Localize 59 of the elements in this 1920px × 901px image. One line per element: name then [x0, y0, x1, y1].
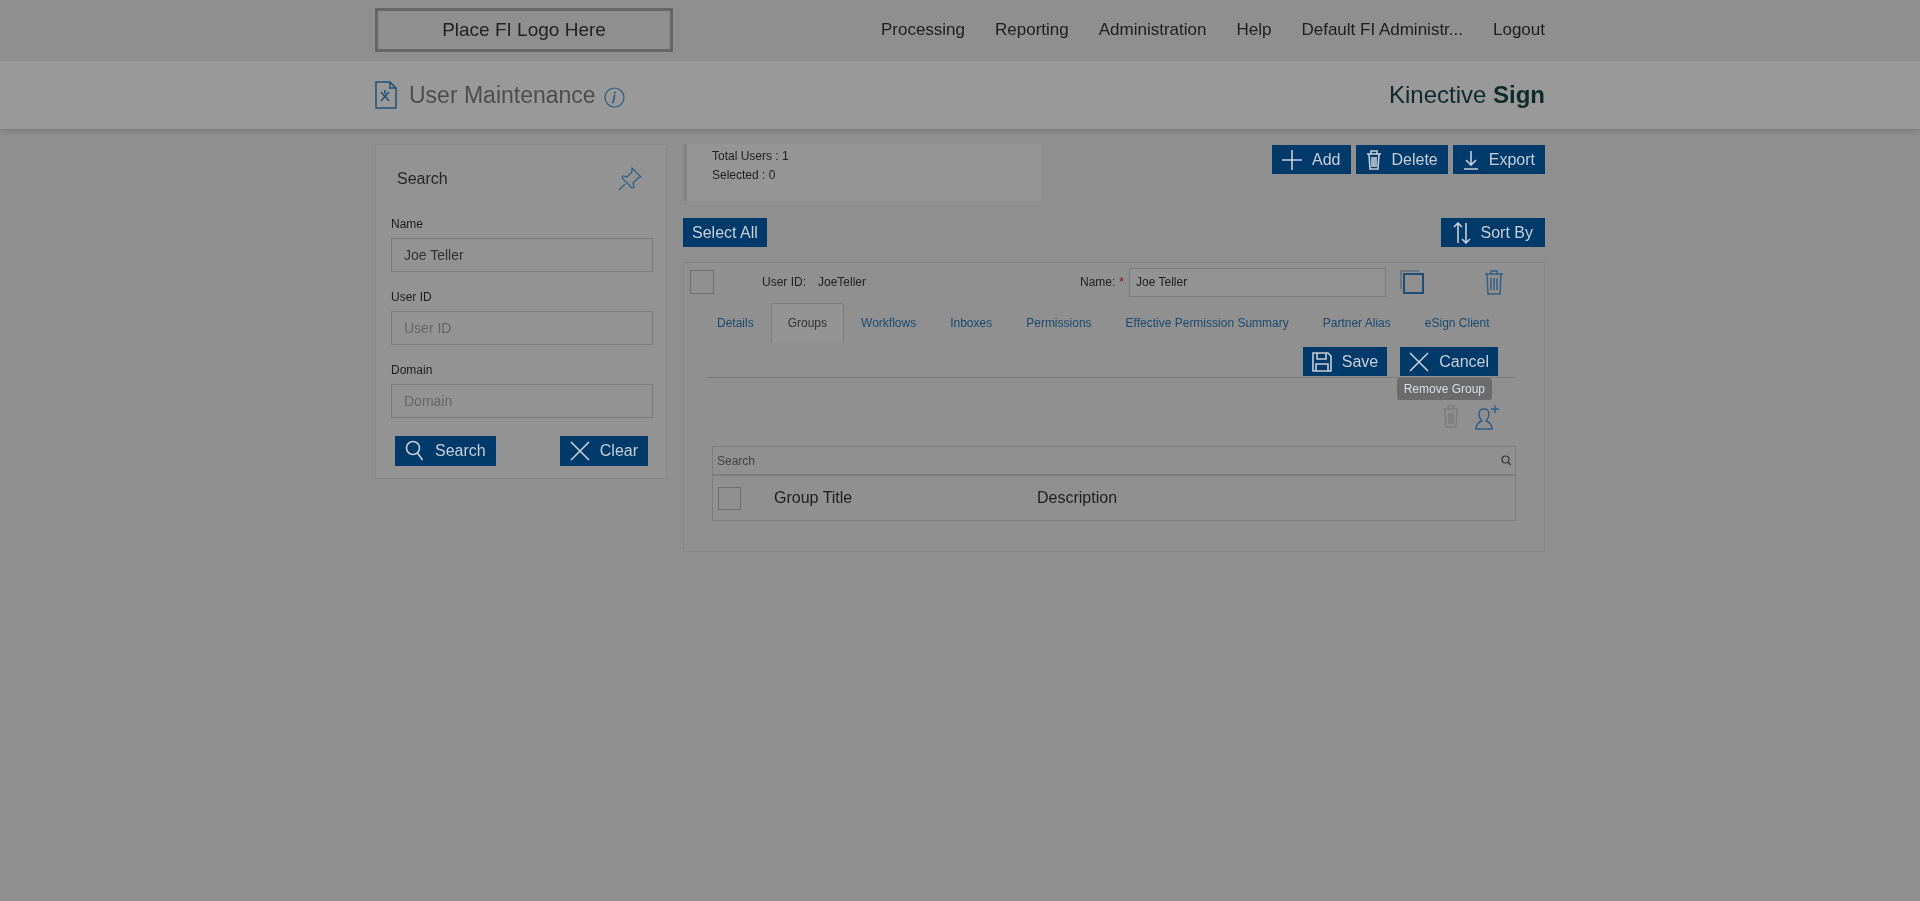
- nav-link[interactable]: Processing: [865, 20, 981, 40]
- tab[interactable]: Effective Permission Summary: [1108, 303, 1306, 342]
- pin-icon[interactable]: [618, 167, 642, 191]
- table-search-field[interactable]: Search: [717, 453, 1501, 468]
- plus-icon: [1282, 149, 1303, 170]
- close-icon: [569, 441, 590, 461]
- nav-link[interactable]: Help: [1221, 20, 1287, 40]
- save-button[interactable]: Save: [1302, 347, 1388, 376]
- field-label: Name: [391, 217, 424, 231]
- action-button[interactable]: Delete: [1355, 145, 1448, 174]
- document-icon: [375, 81, 397, 109]
- nav-link[interactable]: Reporting: [980, 20, 1084, 40]
- add-user-icon[interactable]: [1474, 404, 1500, 430]
- logo-text: Place FI Logo Here: [442, 19, 606, 41]
- search-icon: [405, 440, 425, 462]
- column-header: Description: [1037, 489, 1119, 507]
- stat-text: Selected : 0: [712, 168, 777, 182]
- sort-button[interactable]: Sort By: [1440, 218, 1545, 247]
- field-label: User ID: [391, 290, 433, 304]
- panel-title: Search: [397, 170, 448, 188]
- field-label: Name:: [1080, 275, 1116, 289]
- search-icon: [1501, 455, 1511, 466]
- sort-icon: [1452, 221, 1471, 244]
- checkbox[interactable]: [690, 270, 714, 294]
- tab[interactable]: Groups: [770, 303, 845, 342]
- tab[interactable]: Inboxes: [933, 303, 1010, 342]
- checkbox[interactable]: [718, 486, 741, 510]
- tab[interactable]: Details: [700, 303, 771, 342]
- column-header: Group Title: [774, 489, 854, 507]
- save-icon: [1311, 351, 1332, 372]
- trash-icon: [1365, 149, 1382, 170]
- nav-link[interactable]: Administration: [1083, 20, 1222, 40]
- tab[interactable]: Workflows: [844, 303, 934, 342]
- info-icon[interactable]: [603, 87, 625, 108]
- clear-button[interactable]: Clear: [559, 436, 648, 466]
- nav-link[interactable]: Logout: [1478, 20, 1545, 40]
- trash-icon[interactable]: [1484, 269, 1504, 295]
- download-icon: [1462, 149, 1479, 170]
- required-mark: *: [1119, 275, 1124, 289]
- user-id-value: JoeTeller: [818, 275, 867, 289]
- action-button[interactable]: Export: [1452, 145, 1545, 174]
- tooltip: Remove Group: [1396, 378, 1492, 400]
- tab[interactable]: eSign Client: [1407, 303, 1507, 342]
- field-label: Domain: [391, 363, 434, 377]
- page-title: User Maintenance: [409, 81, 596, 109]
- tab[interactable]: Partner Alias: [1305, 303, 1408, 342]
- action-button[interactable]: Add: [1272, 145, 1351, 174]
- brand-logo: Kinective Sign: [1388, 81, 1545, 109]
- text-field[interactable]: Joe Teller: [391, 238, 653, 272]
- tab[interactable]: Permissions: [1009, 303, 1109, 342]
- copy-icon[interactable]: [1400, 270, 1424, 294]
- field-label: User ID:: [762, 275, 806, 289]
- select-all-button[interactable]: Select All: [683, 218, 767, 247]
- cancel-button[interactable]: Cancel: [1400, 347, 1498, 376]
- stat-text: Total Users : 1: [712, 149, 790, 163]
- close-icon: [1409, 351, 1430, 372]
- search-button[interactable]: Search: [395, 436, 496, 466]
- nav-link[interactable]: Default FI Administr...: [1286, 20, 1478, 40]
- name-field[interactable]: Joe Teller: [1129, 267, 1386, 297]
